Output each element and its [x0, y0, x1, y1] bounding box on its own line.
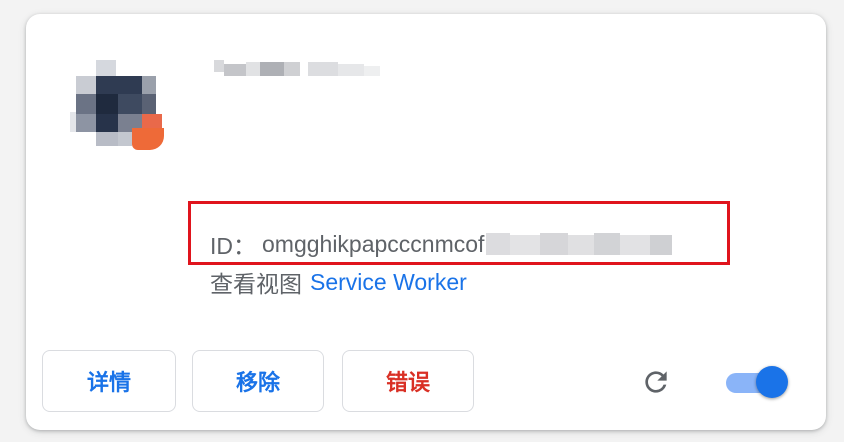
enable-toggle[interactable]	[722, 365, 788, 399]
extension-icon	[70, 56, 170, 156]
service-worker-link[interactable]: Service Worker	[310, 269, 467, 296]
id-label: ID：	[210, 233, 256, 259]
extensions-page: ID： omgghikpapcccnmcof 查看视图 Service Work…	[0, 0, 844, 442]
errors-button[interactable]: 错误	[342, 350, 474, 412]
reload-icon[interactable]	[640, 366, 672, 398]
extension-card: ID： omgghikpapcccnmcof 查看视图 Service Work…	[26, 14, 826, 430]
id-value: omgghikpapcccnmcof	[262, 230, 485, 257]
remove-button[interactable]: 移除	[192, 350, 324, 412]
id-value-redacted	[486, 231, 676, 257]
inspect-views-label: 查看视图	[210, 271, 302, 297]
toggle-knob	[756, 366, 788, 398]
inspect-views-row: 查看视图 Service Worker	[210, 266, 467, 298]
extension-name-redacted	[212, 54, 392, 84]
details-button[interactable]: 详情	[42, 350, 176, 412]
extension-id-row: ID： omgghikpapcccnmcof	[210, 228, 676, 260]
